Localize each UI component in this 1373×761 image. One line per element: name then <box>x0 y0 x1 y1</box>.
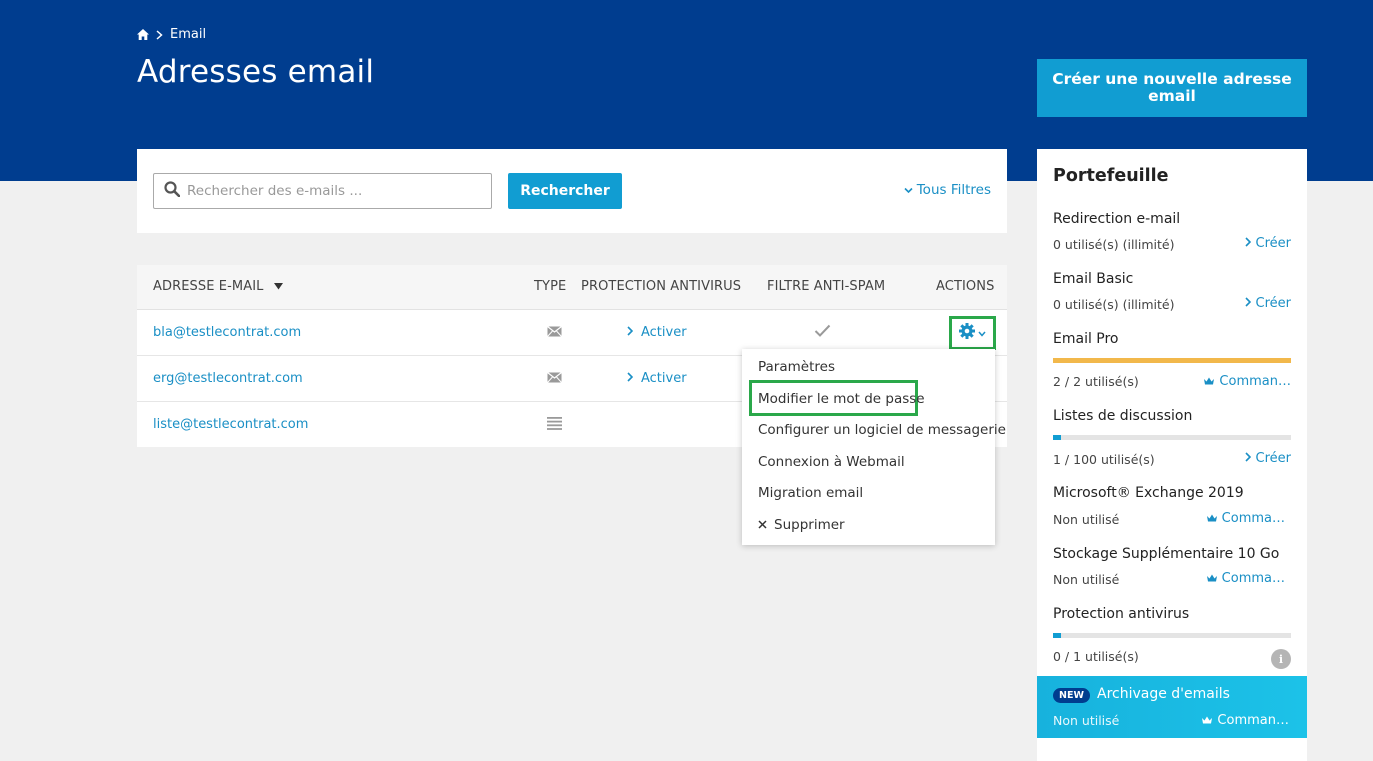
chevron-right-icon <box>627 325 634 340</box>
portfolio-title: Portefeuille <box>1053 166 1169 186</box>
column-label: ADRESSE E-MAIL <box>153 279 264 294</box>
chevron-down-icon <box>978 326 986 341</box>
portfolio-item-name: Email Basic <box>1053 271 1134 287</box>
portfolio-item-name: Protection antivirus <box>1053 606 1190 622</box>
archive-name: Archivage d'emails <box>1097 686 1230 702</box>
breadcrumb: Email <box>137 27 206 42</box>
activate-antivirus-link[interactable]: Activer <box>627 325 687 340</box>
gear-icon <box>959 323 975 343</box>
usage-bar <box>1053 358 1291 363</box>
usage-bar-fill <box>1053 435 1061 440</box>
check-icon <box>814 324 831 341</box>
order-storage-link[interactable]: Comma… <box>1206 571 1285 586</box>
activate-antivirus-link[interactable]: Activer <box>627 371 687 386</box>
crown-icon <box>1206 511 1217 526</box>
order-email-pro-link[interactable]: Comman… <box>1204 374 1291 389</box>
crown-icon <box>1206 571 1217 586</box>
column-header-antispam: FILTRE ANTI-SPAM <box>767 279 886 294</box>
page-title: Adresses email <box>137 54 375 90</box>
chevron-down-icon <box>904 182 913 198</box>
chevron-right-icon <box>1244 236 1251 251</box>
action-label: Créer <box>1255 236 1291 251</box>
column-header-email[interactable]: ADRESSE E-MAIL <box>153 279 283 294</box>
portfolio-item-usage: Non utilisé <box>1053 572 1120 587</box>
new-badge: NEW <box>1053 688 1090 703</box>
menu-item-change-password[interactable]: Modifier le mot de passe <box>758 391 925 407</box>
archive-usage: Non utilisé <box>1053 713 1120 728</box>
home-icon[interactable] <box>137 29 149 40</box>
create-email-basic-link[interactable]: Créer <box>1244 296 1291 311</box>
actions-dropdown-menu: Paramètres Modifier le mot de passe Conf… <box>742 349 1006 545</box>
portfolio-item-usage: 2 / 2 utilisé(s) <box>1053 374 1139 389</box>
create-redirection-link[interactable]: Créer <box>1244 236 1291 251</box>
chevron-right-icon <box>1244 296 1251 311</box>
chevron-right-icon <box>627 371 634 386</box>
menu-item-configure-mail-client[interactable]: Configurer un logiciel de messagerie <box>758 422 1006 438</box>
portfolio-item-usage: Non utilisé <box>1053 512 1120 527</box>
breadcrumb-current: Email <box>170 27 207 42</box>
list-icon <box>547 417 562 434</box>
column-header-actions: ACTIONS <box>936 279 995 294</box>
crown-icon <box>1204 374 1215 389</box>
close-icon <box>758 517 767 533</box>
chevron-right-icon <box>156 29 163 40</box>
menu-item-settings[interactable]: Paramètres <box>758 359 835 375</box>
table-header: ADRESSE E-MAIL TYPE PROTECTION ANTIVIRUS… <box>137 265 1007 310</box>
search-button[interactable]: Rechercher <box>508 173 622 209</box>
activate-label: Activer <box>641 325 687 340</box>
actions-menu-button[interactable] <box>949 316 996 350</box>
portfolio-item-usage: 0 utilisé(s) (illimité) <box>1053 297 1175 312</box>
search-panel: Rechercher Tous Filtres <box>137 149 1007 233</box>
envelope-icon <box>547 372 562 387</box>
usage-bar-fill <box>1053 358 1291 363</box>
create-discussion-list-link[interactable]: Créer <box>1244 451 1291 466</box>
crown-icon <box>1202 713 1213 728</box>
email-address-link[interactable]: liste@testlecontrat.com <box>153 417 308 432</box>
create-email-button[interactable]: Créer une nouvelle adresse email <box>1037 59 1307 117</box>
portfolio-item-name: Email Pro <box>1053 331 1119 347</box>
action-label: Comman… <box>1217 713 1289 728</box>
sort-down-icon <box>273 279 283 294</box>
info-icon[interactable]: i <box>1271 649 1291 669</box>
column-header-type: TYPE <box>534 279 567 294</box>
action-label: Comman… <box>1219 374 1291 389</box>
portfolio-item-usage: 0 / 1 utilisé(s) <box>1053 649 1139 664</box>
email-address-link[interactable]: erg@testlecontrat.com <box>153 371 303 386</box>
portfolio-item-name: Microsoft® Exchange 2019 <box>1053 485 1244 501</box>
action-label: Créer <box>1255 296 1291 311</box>
column-header-antivirus: PROTECTION ANTIVIRUS <box>581 279 742 294</box>
action-label: Comma… <box>1221 511 1285 526</box>
portfolio-item-usage: 1 / 100 utilisé(s) <box>1053 452 1155 467</box>
email-address-link[interactable]: bla@testlecontrat.com <box>153 325 301 340</box>
search-input[interactable] <box>187 183 477 199</box>
portfolio-sidebar: Portefeuille Redirection e-mail 0 utilis… <box>1037 149 1307 761</box>
chevron-right-icon <box>1244 451 1251 466</box>
delete-label: Supprimer <box>774 517 845 533</box>
order-exchange-link[interactable]: Comma… <box>1206 511 1285 526</box>
usage-bar-fill <box>1053 633 1061 638</box>
portfolio-item-name: Stockage Supplémentaire 10 Go <box>1053 546 1280 562</box>
usage-bar <box>1053 435 1291 440</box>
email-archiving-promo: NEW Archivage d'emails Non utilisé Comma… <box>1037 676 1307 738</box>
menu-item-email-migration[interactable]: Migration email <box>758 485 863 501</box>
all-filters-label: Tous Filtres <box>916 182 991 198</box>
all-filters-toggle[interactable]: Tous Filtres <box>904 182 991 198</box>
portfolio-item-name: Redirection e-mail <box>1053 211 1181 227</box>
action-label: Comma… <box>1221 571 1285 586</box>
search-icon <box>154 181 181 201</box>
order-archiving-link[interactable]: Comman… <box>1202 713 1289 728</box>
envelope-icon <box>547 326 562 341</box>
action-label: Créer <box>1255 451 1291 466</box>
menu-item-webmail-login[interactable]: Connexion à Webmail <box>758 454 905 470</box>
menu-item-delete[interactable]: Supprimer <box>758 517 845 533</box>
portfolio-item-name: Listes de discussion <box>1053 408 1193 424</box>
usage-bar <box>1053 633 1291 638</box>
portfolio-item-usage: 0 utilisé(s) (illimité) <box>1053 237 1175 252</box>
search-field[interactable] <box>153 173 492 209</box>
activate-label: Activer <box>641 371 687 386</box>
